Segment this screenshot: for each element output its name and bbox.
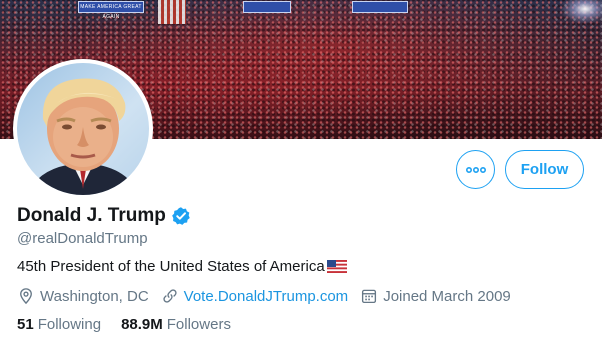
banner-sign (243, 1, 291, 13)
link-icon (163, 289, 177, 303)
user-handle: @realDonaldTrump (17, 230, 148, 247)
website-link[interactable]: Vote.DonaldJTrump.com (184, 288, 349, 305)
join-date: Joined March 2009 (360, 287, 511, 305)
banner-sign: MAKE AMERICA GREAT AGAIN (78, 1, 144, 20)
profile-name-row: Donald J. Trump (17, 205, 191, 227)
banner-sign (352, 1, 408, 13)
us-flag-emoji (326, 260, 347, 273)
location: Washington, DC (17, 287, 149, 305)
display-name: Donald J. Trump (17, 205, 166, 226)
follow-button[interactable]: Follow (505, 150, 584, 189)
bio-text: 45th President of the United States of A… (17, 258, 325, 275)
location-text: Washington, DC (40, 287, 149, 305)
profile-bio: 45th President of the United States of A… (17, 258, 347, 275)
join-date-text: Joined March 2009 (383, 287, 511, 305)
verified-badge-icon (172, 207, 190, 225)
profile-avatar[interactable] (13, 59, 153, 199)
banner-flag (158, 0, 186, 24)
location-pin-icon (20, 288, 32, 305)
profile-meta: Washington, DC Vote.DonaldJTrump.com Joi… (17, 287, 523, 305)
following-link[interactable]: 51 Following (17, 316, 101, 333)
more-options-button[interactable] (456, 150, 495, 189)
profile-stats: 51 Following 88.9M Followers (17, 316, 251, 333)
followers-link[interactable]: 88.9M Followers (121, 316, 231, 333)
avatar-portrait (27, 78, 139, 195)
followers-label: Followers (166, 316, 231, 333)
followers-count: 88.9M (121, 316, 163, 333)
more-dots-icon (465, 166, 486, 173)
following-count: 51 (17, 316, 34, 333)
calendar-icon (362, 289, 377, 304)
website[interactable]: Vote.DonaldJTrump.com (161, 287, 349, 305)
banner-stage-light (560, 0, 602, 24)
following-label: Following (37, 316, 102, 333)
